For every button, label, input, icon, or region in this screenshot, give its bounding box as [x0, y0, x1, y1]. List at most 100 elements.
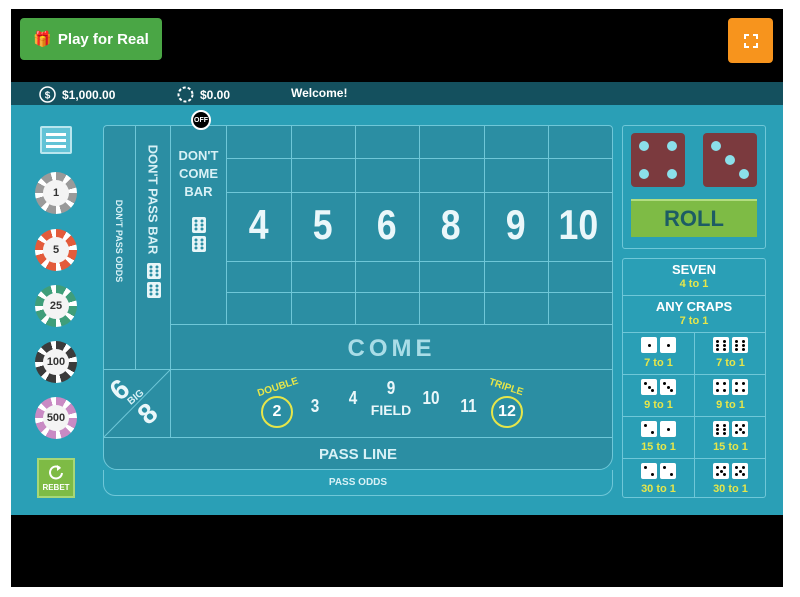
hardway-bet-4[interactable]: 15 to 1 [623, 417, 694, 459]
place-bet-5[interactable]: 5 [292, 193, 355, 261]
big-6-8-bet[interactable]: 6 BIG 8 [104, 370, 170, 437]
place-number-8: 8 [440, 201, 461, 248]
any-craps-label: ANY CRAPS [655, 299, 733, 314]
seven-odds: 4 to 1 [679, 278, 709, 290]
mini-die [713, 421, 729, 437]
balance-value: $1,000.00 [62, 87, 116, 102]
hardway-odds: 7 to 1 [644, 357, 673, 369]
play-for-real-button[interactable]: 🎁 Play for Real [20, 18, 162, 60]
place-number-6: 6 [376, 201, 397, 248]
proposition-panel: SEVEN 4 to 1 ANY CRAPS 7 to 1 7 to 1 7 to… [622, 258, 766, 498]
roll-button[interactable]: ROLL [631, 199, 757, 237]
seven-bet[interactable]: SEVEN 4 to 1 [623, 259, 765, 295]
field-number-11: 11 [460, 396, 477, 416]
pass-line-bet[interactable]: PASS LINE [104, 438, 612, 470]
rebet-button[interactable]: REBET [37, 458, 75, 498]
hardway-odds: 15 to 1 [713, 441, 748, 453]
place-bet-6[interactable]: 6 [356, 193, 419, 261]
mini-die [732, 421, 748, 437]
dont-come-dice-icon [192, 217, 206, 252]
field-number-10: 10 [422, 388, 440, 408]
hardway-dice-icon [623, 421, 694, 437]
hardway-odds: 15 to 1 [641, 441, 676, 453]
place-bet-4[interactable]: 4 [227, 193, 291, 261]
svg-text:$: $ [45, 91, 51, 102]
place-bet-8[interactable]: 8 [420, 193, 484, 261]
balance-display: $ $1,000.00 [39, 86, 115, 103]
hardway-bet-5[interactable]: 15 to 1 [695, 417, 766, 459]
welcome-message: Welcome! [291, 86, 348, 100]
hardway-dice-icon [623, 337, 694, 353]
hardway-odds: 9 to 1 [644, 399, 673, 411]
chip-100-label: 100 [43, 349, 69, 375]
field-label: FIELD [370, 402, 412, 418]
die-1 [631, 133, 685, 187]
dollar-coin-icon: $ [39, 86, 56, 103]
rebet-arrow-icon [49, 465, 63, 480]
pass-odds-label: PASS ODDS [328, 477, 388, 488]
come-label: COME [347, 335, 436, 362]
hardway-bet-1[interactable]: 7 to 1 [695, 333, 766, 375]
chip-100[interactable]: 100 [35, 341, 77, 383]
mini-die [713, 463, 729, 479]
play-for-real-label: Play for Real [57, 30, 149, 48]
dont-come-bar-bet[interactable]: DON'T COME BAR [171, 126, 226, 324]
dont-come-bar-line-2: COME [179, 166, 218, 181]
any-craps-bet[interactable]: ANY CRAPS 7 to 1 [623, 296, 765, 332]
place-bet-10[interactable]: 10 [549, 193, 612, 261]
mini-die [641, 379, 657, 395]
chip-500-label: 500 [43, 405, 69, 431]
mini-die [732, 337, 748, 353]
status-bar: $ $1,000.00 $0.00 Welcome! [11, 82, 783, 105]
seven-label: SEVEN [671, 262, 717, 277]
hardway-odds: 30 to 1 [713, 483, 748, 495]
mini-die [660, 463, 676, 479]
hardway-dice-icon [695, 463, 766, 479]
hamburger-line [46, 139, 66, 142]
mini-die [660, 379, 676, 395]
hardway-bet-0[interactable]: 7 to 1 [623, 333, 694, 375]
fullscreen-button[interactable] [728, 18, 773, 63]
hamburger-line [46, 145, 66, 148]
dont-come-bar-line-3: BAR [184, 184, 213, 199]
hardway-dice-icon [623, 379, 694, 395]
chip-1[interactable]: 1 [35, 172, 77, 214]
status-message: Welcome! [291, 86, 347, 100]
chip-500[interactable]: 500 [35, 397, 77, 439]
field-number-2: 2 [261, 396, 293, 428]
hardway-dice-icon [695, 379, 766, 395]
field-number-12: 12 [491, 396, 523, 428]
field-bet[interactable]: DOUBLE 2 3 4 9 FIELD 10 11 TRIPLE 12 [171, 370, 612, 437]
mini-die [641, 463, 657, 479]
come-bet[interactable]: COME [171, 325, 612, 369]
pass-odds-bet[interactable]: PASS ODDS [103, 470, 613, 496]
chip-5[interactable]: 5 [35, 229, 77, 271]
fullscreen-icon [743, 33, 758, 48]
hardway-bet-7[interactable]: 30 to 1 [695, 459, 766, 501]
hardway-bet-2[interactable]: 9 to 1 [623, 375, 694, 417]
mini-die [641, 421, 657, 437]
game-frame: 🎁 Play for Real $ $1,000.00 $0.00 Welcom… [11, 9, 783, 587]
chip-1-label: 1 [43, 180, 69, 206]
rebet-label: REBET [42, 483, 70, 492]
hardway-odds: 9 to 1 [716, 399, 745, 411]
menu-button[interactable] [40, 126, 72, 154]
mini-die [713, 379, 729, 395]
dont-pass-bar-label: DON'T PASS BAR [145, 144, 161, 255]
hardway-dice-icon [695, 421, 766, 437]
chip-25[interactable]: 25 [35, 285, 77, 327]
hardway-odds: 30 to 1 [641, 483, 676, 495]
place-bet-9[interactable]: 9 [485, 193, 548, 261]
hardway-bet-3[interactable]: 9 to 1 [695, 375, 766, 417]
bet-total-display: $0.00 [177, 86, 230, 103]
field-number-4: 4 [348, 388, 358, 408]
die-2 [703, 133, 757, 187]
mini-die [732, 463, 748, 479]
dont-pass-odds-label: DON'T PASS ODDS [114, 199, 124, 283]
chip-outline-icon [177, 86, 194, 103]
field-number-9: 9 [386, 378, 396, 398]
place-number-5: 5 [312, 201, 333, 248]
hardway-dice-icon [695, 337, 766, 353]
hamburger-icon [46, 133, 66, 136]
hardway-bet-6[interactable]: 30 to 1 [623, 459, 694, 501]
